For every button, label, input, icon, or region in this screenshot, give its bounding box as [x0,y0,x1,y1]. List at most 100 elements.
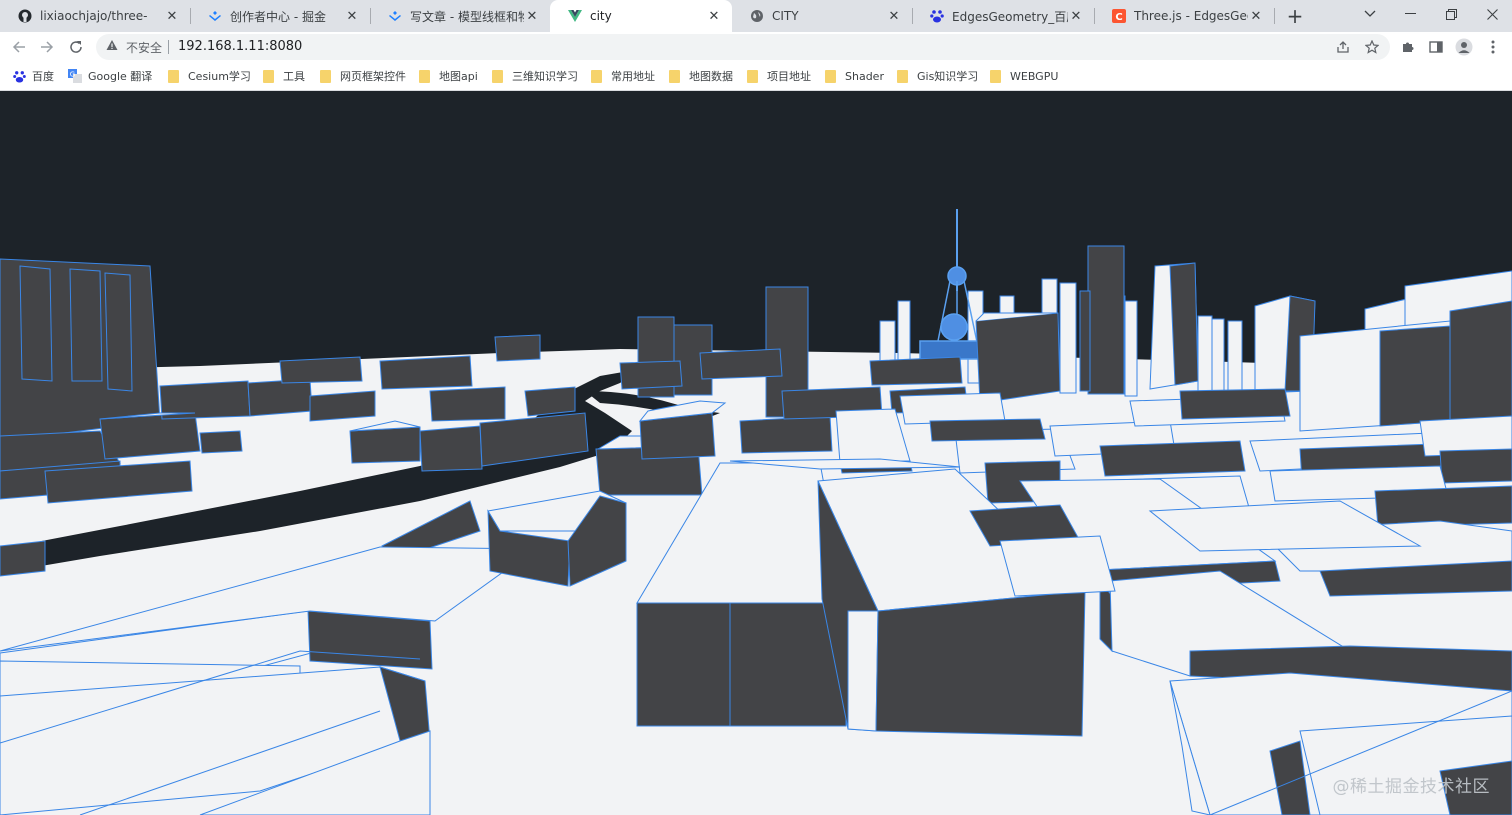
bookmark-folder-shader[interactable]: Shader [825,68,884,84]
tab-divider [1274,8,1275,24]
globe-icon [750,9,764,23]
omnibox-divider [168,40,169,54]
bookmark-folder-gis[interactable]: Gis知识学习 [897,68,978,84]
bookmark-folder-projects[interactable]: 项目地址 [747,68,811,84]
far-tower [1124,300,1138,397]
baidu-icon [930,9,944,23]
folder-icon [669,69,680,83]
svg-text:C: C [1115,12,1122,23]
far-tower [1059,282,1077,394]
svg-text:G: G [70,71,75,79]
restore-button[interactable] [1431,0,1471,28]
translate-icon: G [68,69,82,83]
reload-button[interactable] [64,35,88,59]
tab-github[interactable]: lixiaochjajo/three- ✕ [0,0,190,32]
bookmark-folder-webgpu[interactable]: WEBGPU [990,68,1058,84]
bookmark-folder-common-urls[interactable]: 常用地址 [591,68,655,84]
bookmark-label: 常用地址 [611,70,655,83]
tab-juejin-write[interactable]: 写文章 - 模型线框和物理 ✕ [370,0,550,32]
minimize-button[interactable] [1390,0,1430,28]
bookmark-label: 三维知识学习 [512,70,578,83]
close-icon[interactable]: ✕ [524,8,540,24]
tab-title: 创作者中心 - 掘金 [230,9,326,24]
close-icon[interactable]: ✕ [1068,8,1084,24]
bookmark-google-translate[interactable]: G Google 翻译 [68,68,152,84]
side-panel-icon[interactable] [1427,38,1445,56]
tab-city-active[interactable]: city ✕ [550,0,732,32]
folder-icon [897,69,908,83]
close-icon[interactable]: ✕ [164,8,180,24]
tab-title: CITY [772,9,799,23]
close-icon[interactable]: ✕ [344,8,360,24]
github-icon [18,9,32,23]
bookmark-folder-map-data[interactable]: 地图数据 [669,68,733,84]
folder-icon [492,69,503,83]
menu-kebab-icon[interactable] [1484,38,1502,56]
bookmark-folder-web-frameworks[interactable]: 网页框架控件 [320,68,406,84]
security-label[interactable]: 不安全 [126,39,162,56]
bookmark-label: 网页框架控件 [340,70,406,83]
bookmark-label: 地图api [439,70,478,83]
c-logo-icon: C [1112,9,1126,23]
bookmark-baidu[interactable]: 百度 [12,68,54,84]
tall-dark-tower [1079,290,1091,392]
bookmark-label: Shader [845,69,884,83]
folder-icon [825,69,836,83]
folder-icon [263,69,274,83]
bookmark-star-icon[interactable] [1363,38,1381,56]
tab-title: EdgesGeometry_百度搜 [952,9,1068,24]
bookmark-folder-map-api[interactable]: 地图api [419,68,478,84]
url-text[interactable]: 192.168.1.11:8080 [178,39,302,54]
vue-icon [568,9,582,23]
tab-strip: lixiaochjajo/three- ✕ 创作者中心 - 掘金 ✕ 写文章 -… [0,0,1512,32]
extensions-puzzle-icon[interactable] [1399,38,1417,56]
bookmarks-bar: 百度 G Google 翻译 Cesium学习 工具 网页框架控件 地图api … [0,62,1512,91]
tab-search-chevron-icon[interactable] [1350,0,1390,28]
folder-icon [419,69,430,83]
tab-title: lixiaochjajo/three- [40,9,148,23]
close-window-button[interactable] [1472,0,1512,28]
juejin-icon [388,9,402,23]
tab-city-globe[interactable]: CITY ✕ [732,0,912,32]
close-icon[interactable]: ✕ [1248,8,1264,24]
bookmark-folder-tools[interactable]: 工具 [263,68,305,84]
far-skyline-dark [1079,245,1125,395]
bookmark-folder-cesium[interactable]: Cesium学习 [168,68,251,84]
tab-title: Three.js - EdgesGeomet [1134,9,1248,23]
browser-toolbar: 不安全 192.168.1.11:8080 [0,32,1512,62]
baidu-icon [12,69,26,83]
close-icon[interactable]: ✕ [706,8,722,24]
bookmark-label: 地图数据 [689,70,733,83]
share-icon[interactable] [1334,38,1352,56]
folder-icon [747,69,758,83]
tall-dark-tower [1087,245,1125,395]
address-bar[interactable]: 不安全 192.168.1.11:8080 [96,34,1390,60]
folder-icon [168,69,179,83]
warning-icon[interactable] [106,39,118,54]
tab-title: city [590,9,612,23]
back-button[interactable] [7,35,31,59]
bookmark-folder-3d-learning[interactable]: 三维知识学习 [492,68,578,84]
tab-threejs-docs[interactable]: C Three.js - EdgesGeomet ✕ [1094,0,1274,32]
bookmark-label: Cesium学习 [188,70,251,83]
bookmark-label: 项目地址 [767,70,811,83]
city-scene [0,209,1512,815]
tab-title: 写文章 - 模型线框和物理 [410,9,524,24]
juejin-icon [208,9,222,23]
forward-button[interactable] [35,35,59,59]
tab-juejin-creator[interactable]: 创作者中心 - 掘金 ✕ [190,0,370,32]
bookmark-label: Gis知识学习 [917,70,979,83]
folder-icon [591,69,602,83]
folder-icon [320,69,331,83]
tab-baidu-search[interactable]: EdgesGeometry_百度搜 ✕ [912,0,1094,32]
close-icon[interactable]: ✕ [886,8,902,24]
bookmark-label: 工具 [283,70,305,83]
profile-avatar-icon[interactable] [1455,38,1473,56]
bookmark-label: Google 翻译 [88,70,153,83]
left-tall-building [0,258,161,442]
folder-icon [990,69,1001,83]
city-3d-canvas[interactable]: @稀土掘金技术社区 [0,91,1512,815]
bookmark-label: 百度 [32,70,54,83]
bookmark-label: WEBGPU [1010,69,1059,83]
new-tab-button[interactable]: + [1283,4,1307,28]
